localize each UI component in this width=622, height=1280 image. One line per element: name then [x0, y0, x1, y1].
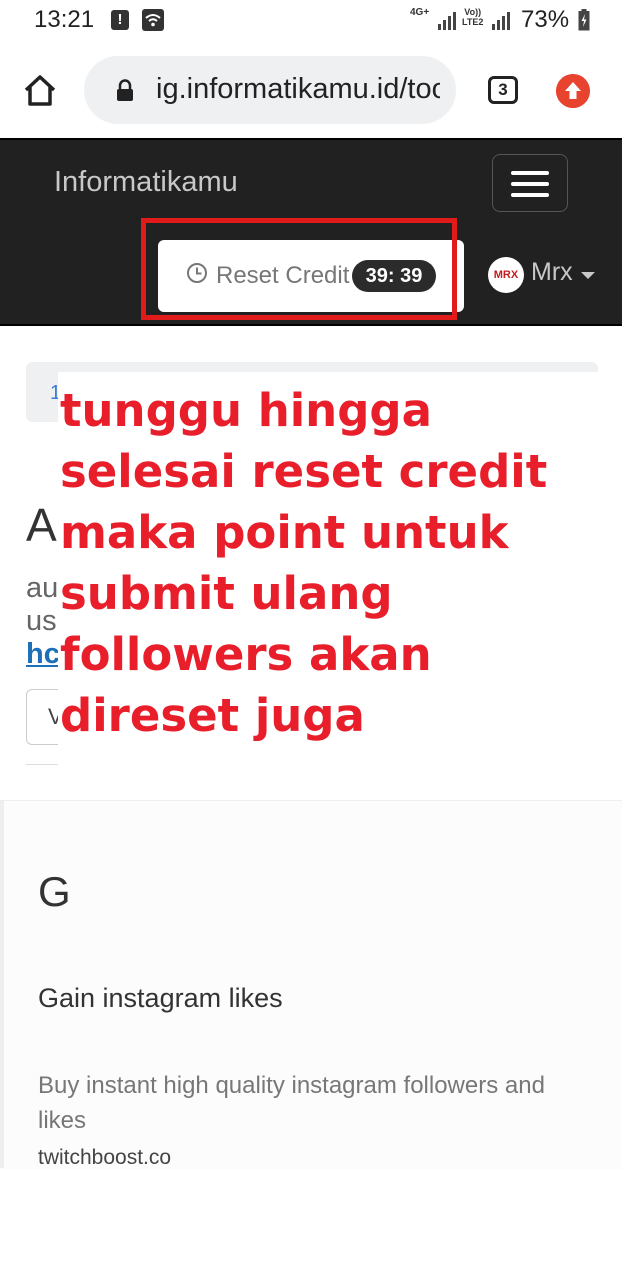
menu-icon: [511, 182, 549, 186]
tab-switcher-button[interactable]: 3: [488, 76, 518, 104]
battery-percentage: 73%: [521, 6, 570, 33]
help-link[interactable]: hc: [26, 638, 60, 671]
status-time: 13:21: [34, 6, 95, 33]
site-brand[interactable]: Informatikamu: [54, 166, 238, 199]
user-menu-name[interactable]: Mrx: [531, 258, 573, 287]
signal-icon: [492, 12, 510, 30]
url-text[interactable]: ig.informatikamu.id/too: [156, 73, 440, 106]
battery-charging-icon: [578, 9, 590, 31]
home-icon[interactable]: [22, 72, 58, 108]
network-4g-label: 4G+: [410, 7, 430, 18]
user-avatar[interactable]: MRX: [488, 257, 524, 293]
page-description: us: [26, 605, 57, 637]
signal-icon: [438, 12, 456, 30]
avatar-text: MRX: [493, 269, 519, 281]
menu-icon: [511, 171, 549, 175]
ad-card-border: [0, 800, 4, 1168]
menu-icon: [511, 193, 549, 197]
wifi-icon: [142, 9, 164, 31]
update-icon[interactable]: [556, 74, 590, 108]
ad-logo: G: [38, 868, 71, 915]
lock-icon: [117, 79, 133, 101]
page-description: au: [26, 572, 59, 604]
page-heading: A: [26, 499, 57, 551]
notification-icon: !: [111, 10, 129, 30]
network-volte-label: Vo)) LTE2: [462, 7, 484, 27]
ad-title[interactable]: Gain instagram likes: [38, 983, 283, 1014]
annotation-highlight-box: [141, 218, 457, 320]
caret-down-icon[interactable]: [581, 272, 595, 279]
ad-domain[interactable]: twitchboost.co: [38, 1146, 171, 1170]
annotation-text: tunggu hingga selesai reset credit maka …: [60, 384, 548, 742]
menu-toggle-button[interactable]: [492, 154, 568, 212]
ad-description: Buy instant high quality instagram follo…: [38, 1072, 545, 1134]
